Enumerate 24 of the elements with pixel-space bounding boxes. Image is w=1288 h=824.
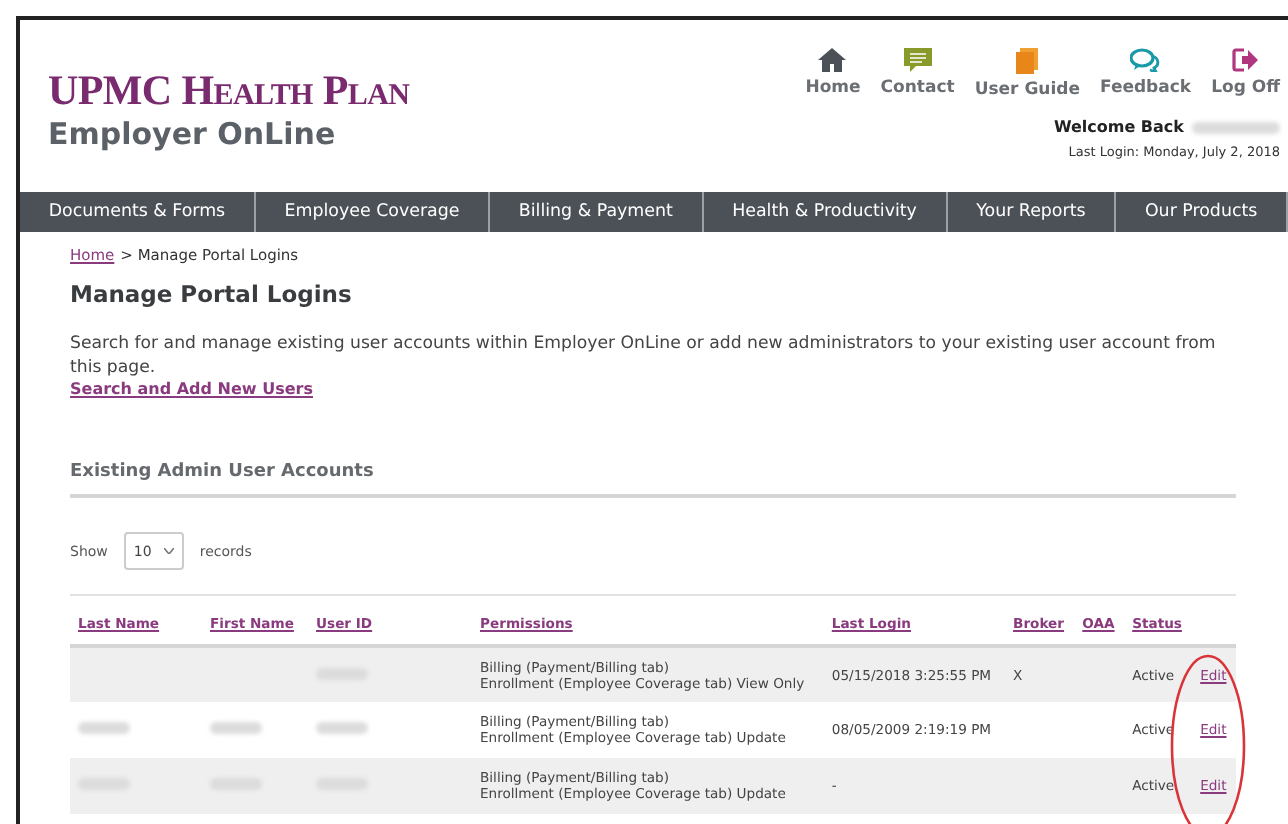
header-link[interactable]: Log Off bbox=[1211, 48, 1280, 100]
section-title: Existing Admin User Accounts bbox=[70, 462, 1236, 498]
home-icon bbox=[818, 48, 847, 72]
chevron-down-icon bbox=[163, 548, 174, 554]
header-link[interactable]: Feedback bbox=[1099, 48, 1192, 100]
nav-item[interactable]: Employee Coverage bbox=[255, 192, 491, 232]
nav-item[interactable]: Health & Productivity bbox=[703, 192, 948, 232]
document-icon bbox=[1016, 48, 1039, 74]
intro-text: Search for and manage existing user accounts within Employer OnLine or add new administrators to your existing user account from this page. bbox=[70, 332, 1218, 380]
nav-item[interactable]: Your Reports bbox=[947, 192, 1117, 232]
message-icon bbox=[903, 48, 932, 72]
header-link[interactable]: Home bbox=[805, 48, 861, 100]
nav-item[interactable]: Billing & Payment bbox=[490, 192, 704, 232]
nav-item[interactable]: Documents & Forms bbox=[20, 192, 256, 232]
brand-title: UPMC Health Plan bbox=[48, 68, 410, 112]
header-link[interactable]: Contact bbox=[880, 48, 955, 100]
header-link[interactable]: User Guide bbox=[974, 48, 1080, 100]
page-title: Manage Portal Logins bbox=[70, 280, 354, 308]
welcome-text: Welcome Back bbox=[1053, 118, 1184, 136]
nav-item[interactable]: Our Products bbox=[1116, 192, 1288, 232]
add-users-link[interactable]: Search and Add New Users bbox=[70, 380, 313, 398]
chat-bubbles-icon bbox=[1130, 48, 1161, 72]
brand-subtitle: Employer OnLine bbox=[48, 116, 338, 152]
log-out-icon bbox=[1232, 48, 1259, 72]
